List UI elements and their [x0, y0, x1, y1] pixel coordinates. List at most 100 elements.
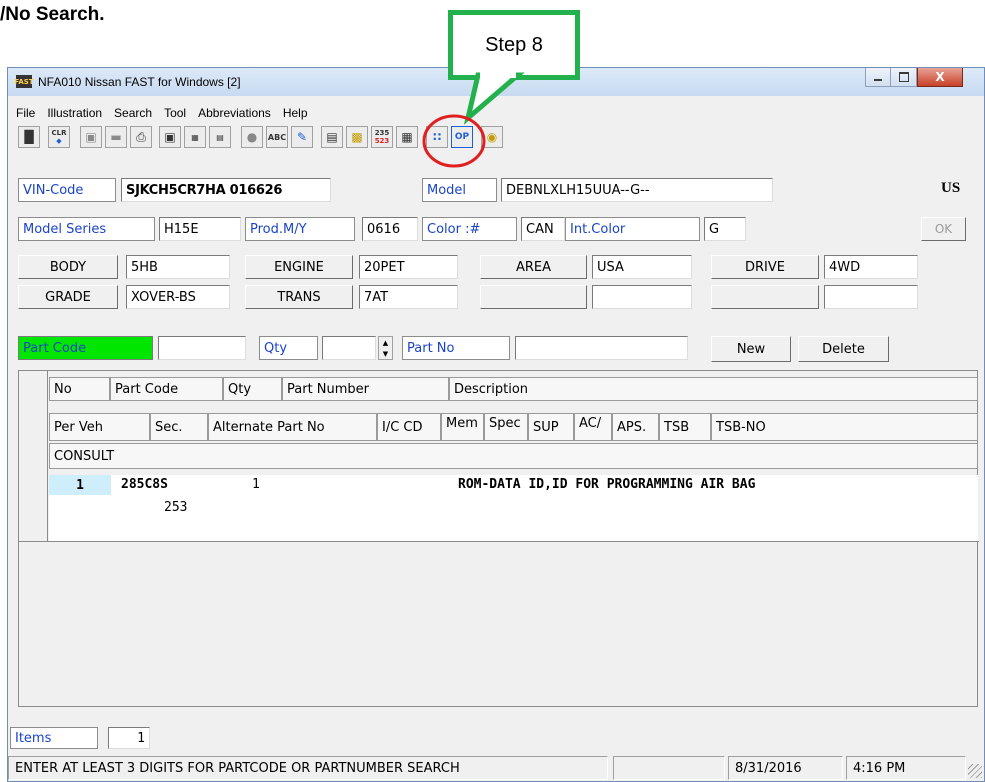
maximize-icon[interactable] — [891, 68, 917, 87]
status-bar: ENTER AT LEAST 3 DIGITS FOR PARTCODE OR … — [8, 754, 984, 782]
illustration-icon[interactable]: ✎ — [291, 126, 313, 148]
col-mem: Mem — [441, 413, 484, 441]
status-message: ENTER AT LEAST 3 DIGITS FOR PARTCODE OR … — [8, 756, 608, 780]
col-per-veh: Per Veh — [49, 413, 150, 441]
col-consult: CONSULT — [49, 443, 978, 469]
highlight-circle-icon — [422, 114, 486, 168]
row-no: 1 — [49, 475, 111, 495]
color-field[interactable]: CAN — [521, 217, 565, 241]
row-description: ROM-DATA ID,ID FOR PROGRAMMING AIR BAG — [458, 477, 756, 492]
spinner-up-icon[interactable]: ▲ — [383, 339, 388, 347]
menu-abbreviations[interactable]: Abbreviations — [198, 106, 271, 120]
body-field[interactable]: 5HB — [126, 255, 230, 279]
abbreviation-icon[interactable]: ABC — [266, 126, 288, 148]
int-color-field[interactable]: G — [704, 217, 746, 241]
row-part-code: 285C8S — [121, 477, 168, 492]
spinner-down-icon[interactable]: ▼ — [383, 350, 388, 358]
qty-spinner[interactable]: ▲ ▼ — [378, 336, 393, 360]
menu-illustration[interactable]: Illustration — [47, 106, 102, 120]
row-selector-column — [19, 371, 48, 541]
col-sup: SUP — [528, 413, 574, 441]
model-series-field[interactable]: H15E — [159, 217, 241, 241]
col-aps: APS. — [612, 413, 659, 441]
grade-button[interactable]: GRADE — [18, 285, 118, 309]
col-tsb: TSB — [659, 413, 711, 441]
drive-field[interactable]: 4WD — [824, 255, 918, 279]
ok-button[interactable]: OK — [921, 217, 966, 241]
items-label: Items — [10, 727, 98, 749]
trans-button[interactable]: TRANS — [245, 285, 353, 309]
step-callout: Step 8 — [448, 10, 580, 80]
delete-button[interactable]: Delete — [798, 336, 889, 362]
drive-button[interactable]: DRIVE — [711, 255, 819, 279]
menu-tool[interactable]: Tool — [164, 106, 186, 120]
clear-icon[interactable]: CLR ◆ — [48, 126, 70, 148]
col-tsb-no: TSB-NO — [711, 413, 978, 441]
parts-grid: No Part Code Qty Part Number Description… — [18, 370, 979, 707]
blank-field-2[interactable] — [824, 285, 918, 309]
col-part-code: Part Code — [110, 377, 223, 401]
model-field[interactable]: DEBNLXLH15UUA--G-- — [501, 178, 773, 202]
part-no-input[interactable] — [515, 336, 688, 360]
col-part-number: Part Number — [282, 377, 449, 401]
col-description: Description — [449, 377, 978, 401]
part-code-input[interactable] — [158, 336, 246, 360]
engine-button[interactable]: ENGINE — [245, 255, 353, 279]
menu-file[interactable]: File — [16, 106, 35, 120]
clipboard-icon[interactable]: ▩ — [346, 126, 368, 148]
col-ac: AC/ — [574, 413, 612, 441]
resize-grip-icon[interactable] — [968, 764, 982, 778]
part-search-row: Part Code Qty ▲ ▼ Part No New Delete — [8, 333, 984, 365]
status-empty — [613, 756, 725, 780]
col-no: No — [49, 377, 110, 401]
qty-input[interactable] — [322, 336, 376, 360]
section-list-icon[interactable]: ▤ — [209, 126, 231, 148]
fast-app-icon: FAST — [14, 75, 34, 88]
vin-code-field[interactable]: SJKCH5CR7HA 016626 — [121, 178, 331, 202]
model-series-label: Model Series — [18, 217, 155, 241]
vin-code-label: VIN-Code — [18, 178, 116, 202]
trans-field[interactable]: 7AT — [359, 285, 458, 309]
int-color-label: Int.Color — [565, 217, 700, 241]
monitor-icon[interactable]: ▣ — [159, 126, 181, 148]
color-label: Color :# — [422, 217, 517, 241]
blank-button-2[interactable] — [711, 285, 819, 309]
vehicle-info-panel: VIN-Code SJKCH5CR7HA 016626 Model DEBNLX… — [8, 158, 984, 309]
status-date: 8/31/2016 — [728, 756, 843, 780]
print-icon[interactable]: ⎙ — [130, 126, 152, 148]
save-icon[interactable]: ▣ — [80, 126, 102, 148]
region-label: US — [941, 180, 961, 196]
col-sec: Sec. — [150, 413, 208, 441]
exit-door-icon[interactable]: █ — [18, 126, 40, 148]
blank-field-1[interactable] — [592, 285, 692, 309]
menu-help[interactable]: Help — [283, 106, 308, 120]
part-code-label: Part Code — [18, 336, 153, 360]
blank-button-1[interactable] — [480, 285, 587, 309]
prod-my-field[interactable]: 0616 — [362, 217, 418, 241]
table-row[interactable]: 1 285C8S 1 ROM-DATA ID,ID FOR PROGRAMMIN… — [49, 475, 978, 541]
close-icon[interactable]: X — [917, 68, 963, 87]
globe-icon[interactable]: ● — [241, 126, 263, 148]
new-button[interactable]: New — [711, 336, 791, 362]
part-no-label: Part No — [402, 336, 510, 360]
app-window: FAST NFA010 Nissan FAST for Windows [2] … — [7, 67, 985, 782]
number-search-icon[interactable]: 235 523 — [371, 126, 393, 148]
minimize-icon[interactable] — [865, 68, 891, 87]
doc-heading-fragment: /No Search. — [0, 4, 105, 25]
engine-field[interactable]: 20PET — [359, 255, 458, 279]
col-ic-cd: I/C CD — [377, 413, 441, 441]
folder-icon[interactable]: ▬ — [105, 126, 127, 148]
grade-field[interactable]: XOVER-BS — [126, 285, 230, 309]
qty-label: Qty — [259, 336, 318, 360]
col-alternate-part-no: Alternate Part No — [208, 413, 377, 441]
grid-icon[interactable]: ▦ — [396, 126, 418, 148]
items-count: 1 — [108, 727, 150, 749]
body-button[interactable]: BODY — [18, 255, 118, 279]
menu-search[interactable]: Search — [114, 106, 152, 120]
section-icon[interactable]: ▦ — [184, 126, 206, 148]
row-qty: 1 — [252, 477, 260, 492]
area-field[interactable]: USA — [592, 255, 692, 279]
area-button[interactable]: AREA — [480, 255, 587, 279]
model-label: Model — [422, 178, 497, 202]
book-icon[interactable]: ▤ — [321, 126, 343, 148]
